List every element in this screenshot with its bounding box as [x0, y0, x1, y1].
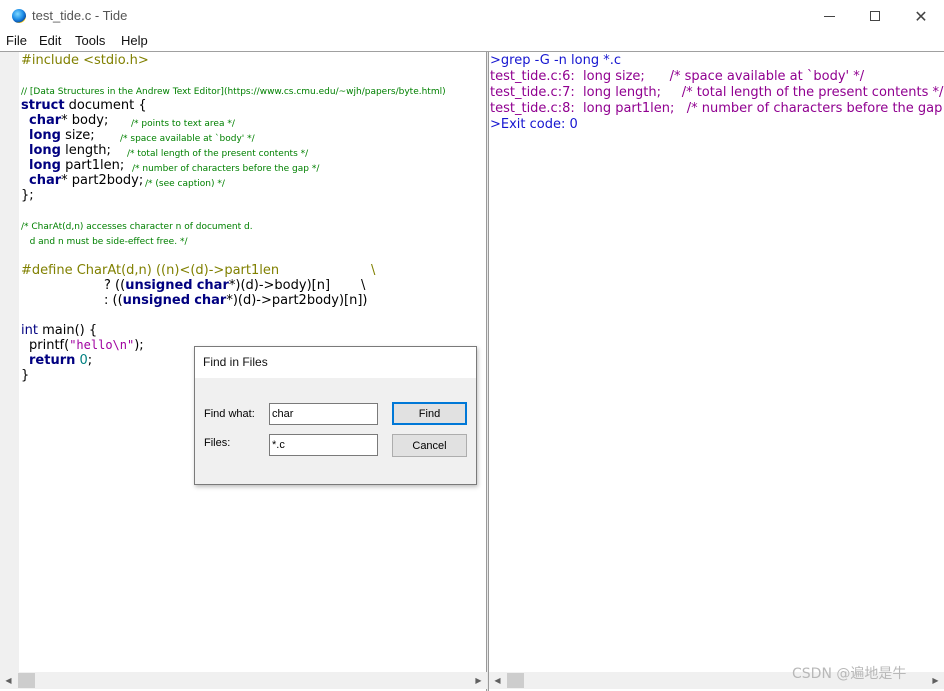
- code-line-struct: struct document {: [21, 98, 147, 113]
- code-line-include: #include <stdio.h>: [21, 53, 149, 68]
- keyword: long: [29, 158, 61, 173]
- menu-edit[interactable]: Edit: [39, 33, 61, 48]
- menu-tools[interactable]: Tools: [75, 33, 105, 48]
- find-what-input[interactable]: [269, 403, 378, 425]
- scroll-right-arrow-icon[interactable]: ▶: [470, 672, 487, 689]
- code-text: );: [134, 338, 144, 353]
- output-exit-line: >Exit code: 0: [490, 117, 578, 132]
- code-line-member-5: char* part2body;: [29, 173, 143, 188]
- result-code: long part1len;: [574, 101, 675, 116]
- dialog-title-bar[interactable]: Find in Files: [195, 347, 476, 378]
- code-text: length;: [60, 143, 111, 158]
- title-bar: test_tide.c - Tide ✕: [0, 0, 944, 32]
- code-comment-member-3: /* total length of the present contents …: [127, 149, 309, 159]
- keyword: int: [21, 323, 38, 338]
- output-result-line: test_tide.c:8: long part1len; /* number …: [490, 101, 944, 117]
- keyword: long: [29, 128, 61, 143]
- result-file: test_tide.c:7:: [490, 85, 575, 100]
- keyword: return: [29, 353, 76, 368]
- code-comment-charat-2: d and n must be side-effect free. */: [21, 237, 188, 247]
- code-comment-member-5: /* (see caption) */: [145, 179, 225, 189]
- code-text: ;: [87, 353, 93, 368]
- find-what-label: Find what:: [204, 408, 255, 420]
- find-in-files-dialog: Find in Files Find what: Files: Find Can…: [194, 346, 477, 485]
- minimize-icon: [823, 15, 835, 17]
- code-line-main-close: }: [21, 368, 30, 383]
- code-text: *)(d)->body)[n]: [228, 278, 331, 293]
- code-line-struct-close: };: [21, 188, 34, 203]
- minimize-button[interactable]: [806, 0, 852, 32]
- watermark: CSDN @遍地是牛: [792, 666, 907, 682]
- code-line-continuation: \: [361, 278, 366, 293]
- result-comment: /* space available at `body' */: [644, 69, 865, 84]
- dialog-title: Find in Files: [203, 355, 268, 369]
- cancel-button[interactable]: Cancel: [392, 434, 467, 457]
- code-line-define-2: ? ((unsigned char*)(d)->body)[n]: [104, 278, 330, 293]
- keyword: char: [29, 173, 62, 188]
- close-icon: ✕: [914, 6, 928, 26]
- scroll-left-arrow-icon[interactable]: ◀: [0, 672, 17, 689]
- code-line-printf: printf("hello\n");: [29, 338, 144, 353]
- code-line-member-3: long length;: [29, 143, 111, 158]
- code-line-member-1: char* body;: [29, 113, 108, 128]
- result-file: test_tide.c:6:: [490, 69, 575, 84]
- maximize-button[interactable]: [852, 0, 898, 32]
- number-literal: 0: [79, 353, 88, 368]
- code-text: printf(: [29, 338, 70, 353]
- keyword: unsigned: [125, 278, 193, 293]
- output-pane[interactable]: >grep -G -n long *.c test_tide.c:6: long…: [489, 52, 944, 691]
- editor-gutter: [0, 52, 19, 672]
- result-code: long length;: [574, 85, 662, 100]
- output-command-line: >grep -G -n long *.c: [490, 53, 621, 68]
- menu-help[interactable]: Help: [121, 33, 148, 48]
- code-comment-member-1: /* points to text area */: [131, 119, 235, 129]
- code-text: * part2body;: [61, 173, 144, 188]
- keyword: char: [196, 278, 229, 293]
- menu-file[interactable]: File: [6, 33, 27, 48]
- code-text: *)(d)->part2body)[n]): [226, 293, 368, 308]
- find-button[interactable]: Find: [392, 402, 467, 425]
- code-line-main: int main() {: [21, 323, 97, 338]
- close-button[interactable]: ✕: [898, 0, 944, 32]
- code-line-return: return 0;: [29, 353, 92, 368]
- keyword: unsigned: [122, 293, 191, 308]
- code-text: * body;: [61, 113, 109, 128]
- files-input[interactable]: [269, 434, 378, 456]
- result-code: long size;: [574, 69, 645, 84]
- keyword: long: [29, 143, 61, 158]
- keyword: char: [29, 113, 62, 128]
- code-text: size;: [60, 128, 95, 143]
- code-text: document {: [64, 98, 147, 113]
- code-text: : ((: [104, 293, 123, 308]
- code-line-continuation: \: [371, 263, 376, 278]
- code-line-member-4: long part1len;: [29, 158, 124, 173]
- code-comment-member-4: /* number of characters before the gap *…: [132, 164, 320, 174]
- menu-bar: File Edit Tools Help: [0, 32, 944, 51]
- scroll-left-arrow-icon[interactable]: ◀: [489, 672, 506, 689]
- code-comment-charat-1: /* CharAt(d,n) accesses character n of d…: [21, 222, 253, 232]
- keyword: struct: [21, 98, 65, 113]
- files-label: Files:: [204, 437, 231, 449]
- code-line-member-2: long size;: [29, 128, 95, 143]
- result-file: test_tide.c:8:: [490, 101, 575, 116]
- code-line-define-3: : ((unsigned char*)(d)->part2body)[n]): [104, 293, 368, 308]
- scroll-right-arrow-icon[interactable]: ▶: [927, 672, 944, 689]
- scrollbar-thumb[interactable]: [507, 673, 524, 688]
- scrollbar-thumb[interactable]: [18, 673, 35, 688]
- string-literal: "hello\n": [69, 338, 135, 352]
- code-comment-member-2: /* space available at `body' */: [120, 134, 255, 144]
- editor-horizontal-scrollbar[interactable]: ◀ ▶: [0, 672, 487, 689]
- app-icon: [12, 9, 26, 23]
- result-comment: /* number of characters before the gap *…: [674, 101, 944, 116]
- code-text: main() {: [37, 323, 98, 338]
- code-text: part1len;: [60, 158, 125, 173]
- window-title: test_tide.c - Tide: [32, 8, 128, 23]
- keyword: char: [194, 293, 227, 308]
- output-result-line: test_tide.c:7: long length; /* total len…: [490, 85, 943, 101]
- maximize-icon: [870, 11, 880, 21]
- code-line-define: #define CharAt(d,n) ((n)<(d)->part1len: [21, 263, 280, 278]
- output-result-line: test_tide.c:6: long size; /* space avail…: [490, 69, 864, 85]
- code-text: ? ((: [104, 278, 126, 293]
- result-comment: /* total length of the present contents …: [661, 85, 944, 100]
